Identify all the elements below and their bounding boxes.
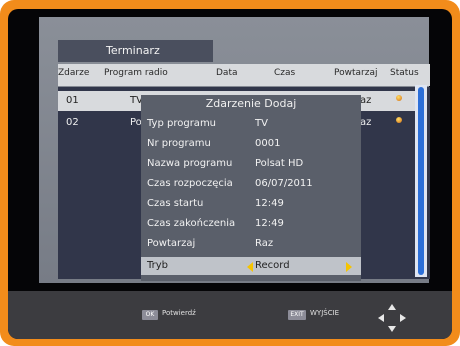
field-start-date[interactable]: Czas rozpoczęcia 06/07/2011 (141, 175, 361, 193)
field-repeat[interactable]: Powtarzaj Raz (141, 235, 361, 253)
field-value: 12:49 (255, 198, 284, 209)
navigation-arrows-icon (378, 304, 406, 332)
field-value: 06/07/2011 (255, 178, 313, 189)
field-program-name[interactable]: Nazwa programu Polsat HD (141, 155, 361, 173)
confirm-button[interactable]: Potwierdź (162, 309, 196, 317)
status-icon (396, 117, 402, 123)
field-label: Powtarzaj (147, 238, 196, 249)
field-program-number[interactable]: Nr programu 0001 (141, 135, 361, 153)
field-label: Tryb (147, 260, 169, 271)
field-value: Raz (255, 238, 274, 249)
field-mode[interactable]: Tryb Record (141, 257, 361, 275)
row-index: 01 (66, 95, 79, 106)
row-repeat: az (360, 95, 372, 106)
column-header-program: Program radio (104, 68, 168, 78)
field-program-type[interactable]: Typ programu TV (141, 115, 361, 133)
arrow-left-icon[interactable] (247, 262, 253, 272)
row-repeat: az (360, 117, 372, 128)
field-value: 0001 (255, 138, 281, 149)
arrow-down-icon (388, 326, 396, 332)
column-header-time: Czas (274, 68, 296, 78)
tv-screen: Terminarz Zdarze Program radio Data Czas… (8, 9, 452, 339)
ok-key-icon: OK (142, 310, 158, 320)
field-label: Czas zakończenia (147, 218, 236, 229)
table-header: Zdarze Program radio Data Czas Powtarzaj… (58, 64, 430, 86)
arrow-right-icon (400, 314, 406, 322)
arrow-left-icon (378, 314, 384, 322)
row-index: 02 (66, 117, 79, 128)
dialog-title: Zdarzenie Dodaj (205, 97, 297, 110)
column-header-event: Zdarze (58, 68, 90, 78)
page-title: Terminarz (58, 40, 213, 62)
status-icon (396, 95, 402, 101)
field-value: Record (255, 260, 290, 271)
exit-button[interactable]: WYJŚCIE (310, 309, 339, 317)
arrow-right-icon[interactable] (346, 262, 352, 272)
footer-bar: OK Potwierdź EXIT WYJŚCIE (8, 291, 452, 339)
field-value: TV (255, 118, 268, 129)
column-header-status: Status (390, 68, 419, 78)
field-start-time[interactable]: Czas startu 12:49 (141, 195, 361, 213)
field-label: Nr programu (147, 138, 211, 149)
scrollbar-thumb[interactable] (418, 87, 424, 275)
field-label: Nazwa programu (147, 158, 233, 169)
field-label: Czas startu (147, 198, 204, 209)
column-header-date: Data (216, 68, 238, 78)
field-value: 12:49 (255, 218, 284, 229)
exit-key-icon: EXIT (288, 310, 306, 320)
field-label: Czas rozpoczęcia (147, 178, 233, 189)
column-header-repeat: Powtarzaj (334, 68, 378, 78)
field-label: Typ programu (147, 118, 217, 129)
arrow-up-icon (388, 304, 396, 310)
add-event-dialog: Zdarzenie Dodaj Typ programu TV Nr progr… (141, 95, 361, 281)
field-end-time[interactable]: Czas zakończenia 12:49 (141, 215, 361, 233)
field-value: Polsat HD (255, 158, 304, 169)
